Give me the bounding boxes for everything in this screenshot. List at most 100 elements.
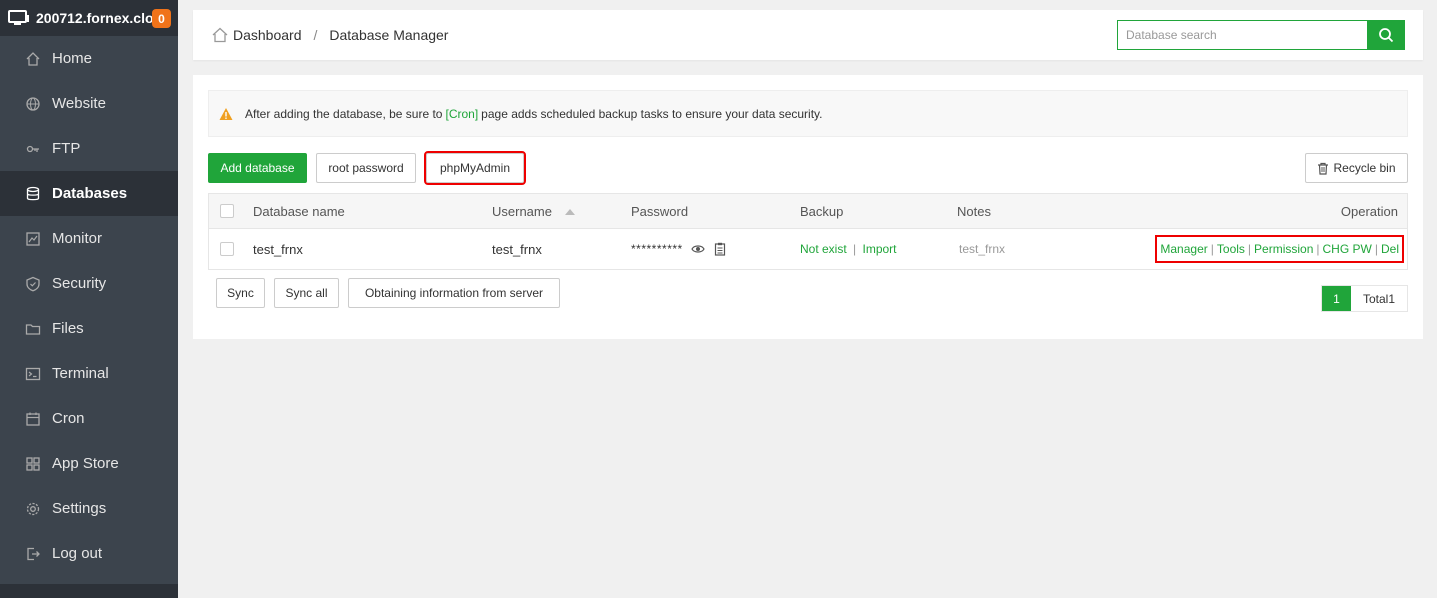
sidebar-item-log-out[interactable]: Log out xyxy=(0,531,178,576)
sync-all-button[interactable]: Sync all xyxy=(274,278,339,308)
pagination: 1 Total1 xyxy=(1321,285,1408,312)
sidebar-item-label: Security xyxy=(52,275,107,292)
sidebar-footer xyxy=(0,584,178,598)
database-icon xyxy=(24,185,41,202)
column-password: Password xyxy=(631,203,689,219)
shield-icon xyxy=(24,275,41,292)
breadcrumb-separator: / xyxy=(313,27,318,43)
sort-up-icon[interactable] xyxy=(564,208,576,216)
home-icon[interactable] xyxy=(211,26,229,44)
phpmyadmin-button[interactable]: phpMyAdmin xyxy=(424,151,526,185)
column-backup: Backup xyxy=(800,203,844,219)
sidebar-item-label: Files xyxy=(52,320,84,337)
home-icon xyxy=(24,50,41,67)
page-header: Dashboard / Database Manager xyxy=(193,10,1423,60)
change-password-link[interactable]: CHG PW xyxy=(1323,242,1372,256)
ops-separator: | xyxy=(1374,242,1378,256)
permission-link[interactable]: Permission xyxy=(1254,242,1313,256)
sidebar-item-label: Website xyxy=(52,95,106,112)
password-mask: ********** xyxy=(631,242,683,256)
backup-import-link[interactable]: Import xyxy=(863,242,897,256)
column-username[interactable]: Username xyxy=(492,204,576,219)
breadcrumb: Dashboard / Database Manager xyxy=(211,26,448,44)
column-username-label: Username xyxy=(492,203,552,219)
sidebar-item-label: Log out xyxy=(52,545,103,562)
logout-icon xyxy=(24,545,41,562)
sidebar-item-cron[interactable]: Cron xyxy=(0,396,178,441)
gear-icon xyxy=(24,500,41,517)
eye-icon[interactable] xyxy=(691,244,705,254)
sidebar-item-label: App Store xyxy=(52,455,119,472)
backup-status-link[interactable]: Not exist xyxy=(800,242,847,256)
sidebar-item-settings[interactable]: Settings xyxy=(0,486,178,531)
ops-separator: | xyxy=(1316,242,1320,256)
database-username: test_frnx xyxy=(492,241,542,257)
sidebar-item-monitor[interactable]: Monitor xyxy=(0,216,178,261)
calendar-icon xyxy=(24,410,41,427)
ops-separator: | xyxy=(1247,242,1252,256)
sidebar-item-label: FTP xyxy=(52,140,81,157)
sidebar-item-label: Monitor xyxy=(52,230,103,247)
recycle-bin-label: Recycle bin xyxy=(1333,161,1396,175)
search-input[interactable] xyxy=(1117,20,1367,50)
host-name: 200712.fornex.cloud xyxy=(36,10,156,26)
breadcrumb-current: Database Manager xyxy=(329,27,449,43)
sidebar-item-terminal[interactable]: Terminal xyxy=(0,351,178,396)
warning-icon xyxy=(219,107,233,120)
database-notes[interactable]: test_frnx xyxy=(959,242,1005,256)
root-password-button[interactable]: root password xyxy=(316,153,416,183)
recycle-bin-button[interactable]: Recycle bin xyxy=(1305,153,1408,183)
column-database-name[interactable]: Database name xyxy=(253,204,345,219)
add-database-button[interactable]: Add database xyxy=(208,153,307,183)
sidebar-header: 200712.fornex.cloud 0 xyxy=(0,0,178,36)
sidebar-item-label: Cron xyxy=(52,410,85,427)
sidebar: 200712.fornex.cloud 0 Home Website FTP D… xyxy=(0,0,178,598)
terminal-icon xyxy=(24,365,41,382)
page-number-current[interactable]: 1 xyxy=(1322,286,1351,311)
tools-link[interactable]: Tools xyxy=(1217,242,1245,256)
sync-button[interactable]: Sync xyxy=(216,278,265,308)
backup-separator: | xyxy=(853,242,857,256)
sidebar-item-app-store[interactable]: App Store xyxy=(0,441,178,486)
search-icon xyxy=(1379,28,1394,43)
folder-icon xyxy=(24,320,41,337)
globe-icon xyxy=(24,95,41,112)
sidebar-item-files[interactable]: Files xyxy=(0,306,178,351)
backup-cell: Not exist | Import xyxy=(800,242,897,256)
sidebar-item-label: Home xyxy=(52,50,93,67)
database-search xyxy=(1117,20,1405,50)
grid-icon xyxy=(24,455,41,472)
select-all-checkbox[interactable] xyxy=(220,204,234,218)
row-checkbox[interactable] xyxy=(220,242,234,256)
backup-alert: After adding the database, be sure to [C… xyxy=(208,90,1408,137)
table-row: test_frnx test_frnx ********** Not exist xyxy=(209,229,1407,269)
sidebar-item-website[interactable]: Website xyxy=(0,81,178,126)
trash-icon xyxy=(1318,162,1329,175)
sidebar-nav: Home Website FTP Databases Monitor Secur… xyxy=(0,36,178,576)
table-header: Database name Username Password Backup N… xyxy=(209,194,1407,229)
sidebar-item-databases[interactable]: Databases xyxy=(0,171,178,216)
delete-link[interactable]: Del xyxy=(1381,242,1399,256)
sidebar-item-label: Terminal xyxy=(52,365,109,382)
alert-text-after: page adds scheduled backup tasks to ensu… xyxy=(481,106,823,121)
manager-link[interactable]: Manager xyxy=(1160,242,1207,256)
database-name: test_frnx xyxy=(253,241,303,257)
sidebar-item-security[interactable]: Security xyxy=(0,261,178,306)
notification-badge[interactable]: 0 xyxy=(152,9,171,28)
ops-separator: | xyxy=(1210,242,1214,256)
sidebar-item-label: Settings xyxy=(52,500,107,517)
search-button[interactable] xyxy=(1367,20,1405,50)
copy-icon[interactable] xyxy=(714,242,726,256)
alert-text-before: After adding the database, be sure to xyxy=(245,106,443,121)
monitor-icon xyxy=(24,230,41,247)
sidebar-item-home[interactable]: Home xyxy=(0,36,178,81)
total-count: Total1 xyxy=(1351,286,1407,311)
operation-links: Manager | Tools | Permission | CHG PW | … xyxy=(1155,235,1404,263)
column-operation: Operation xyxy=(1340,203,1398,219)
sidebar-item-ftp[interactable]: FTP xyxy=(0,126,178,171)
cron-link[interactable]: [Cron] xyxy=(445,107,478,121)
server-monitor-icon xyxy=(8,10,29,25)
breadcrumb-home[interactable]: Dashboard xyxy=(233,27,302,43)
obtain-from-server-button[interactable]: Obtaining information from server xyxy=(348,278,560,308)
database-table: Database name Username Password Backup N… xyxy=(208,193,1408,270)
